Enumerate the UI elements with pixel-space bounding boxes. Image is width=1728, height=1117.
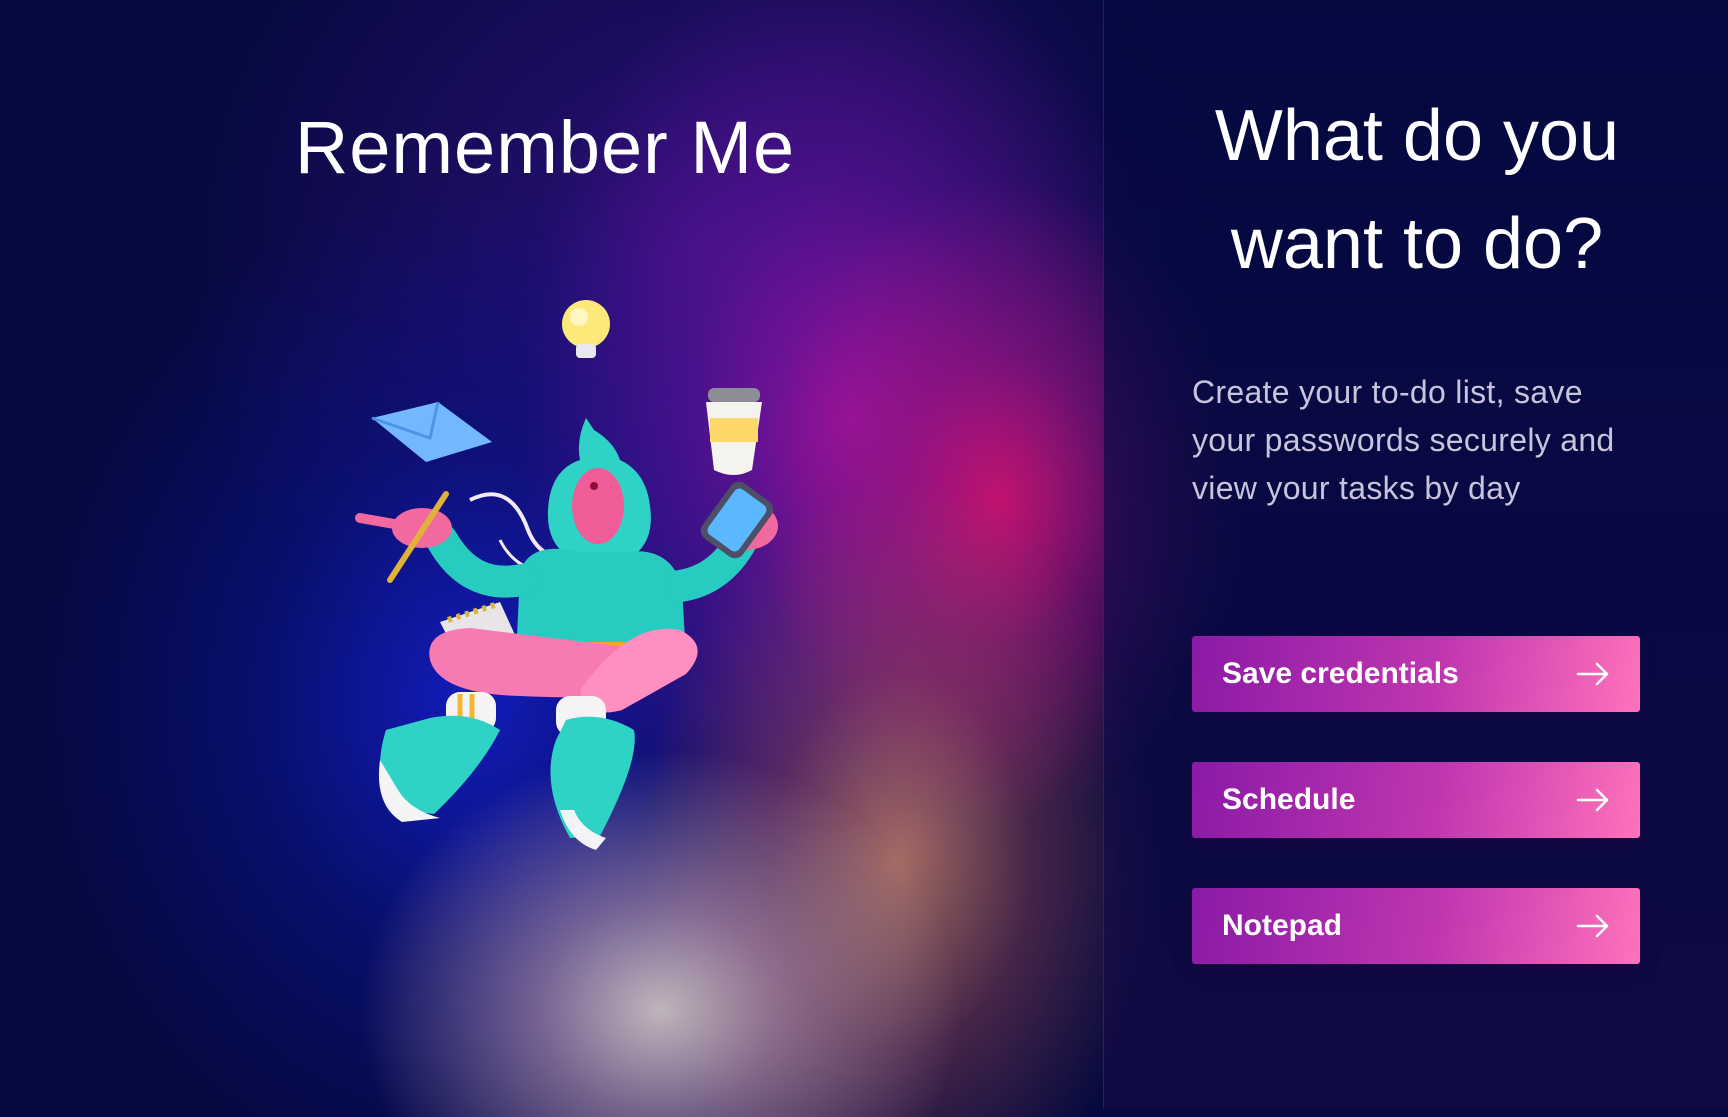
- envelope-icon: [371, 401, 492, 462]
- app-title: Remember Me: [294, 106, 796, 189]
- notepad-button[interactable]: Notepad: [1192, 888, 1640, 964]
- save-credentials-button[interactable]: Save credentials: [1192, 636, 1640, 712]
- schedule-button[interactable]: Schedule: [1192, 762, 1640, 838]
- panel-description: Create your to-do list, save your passwo…: [1192, 374, 1615, 506]
- save-credentials-label: Save credentials: [1222, 657, 1459, 690]
- panel-heading: What do you want to do?: [1214, 96, 1620, 284]
- landing-page: Remember Me What do you want to do? Crea…: [0, 0, 1728, 1117]
- schedule-label: Schedule: [1222, 783, 1356, 816]
- smartphone-icon: [700, 481, 774, 559]
- arrow-right-icon: [1576, 788, 1609, 812]
- multitasking-character-illustration: [355, 300, 778, 850]
- arrow-right-icon: [1576, 914, 1609, 938]
- arrow-right-icon: [1576, 662, 1609, 686]
- coffee-cup-icon: [706, 388, 762, 475]
- notepad-label: Notepad: [1222, 909, 1342, 942]
- lightbulb-icon: [562, 300, 610, 358]
